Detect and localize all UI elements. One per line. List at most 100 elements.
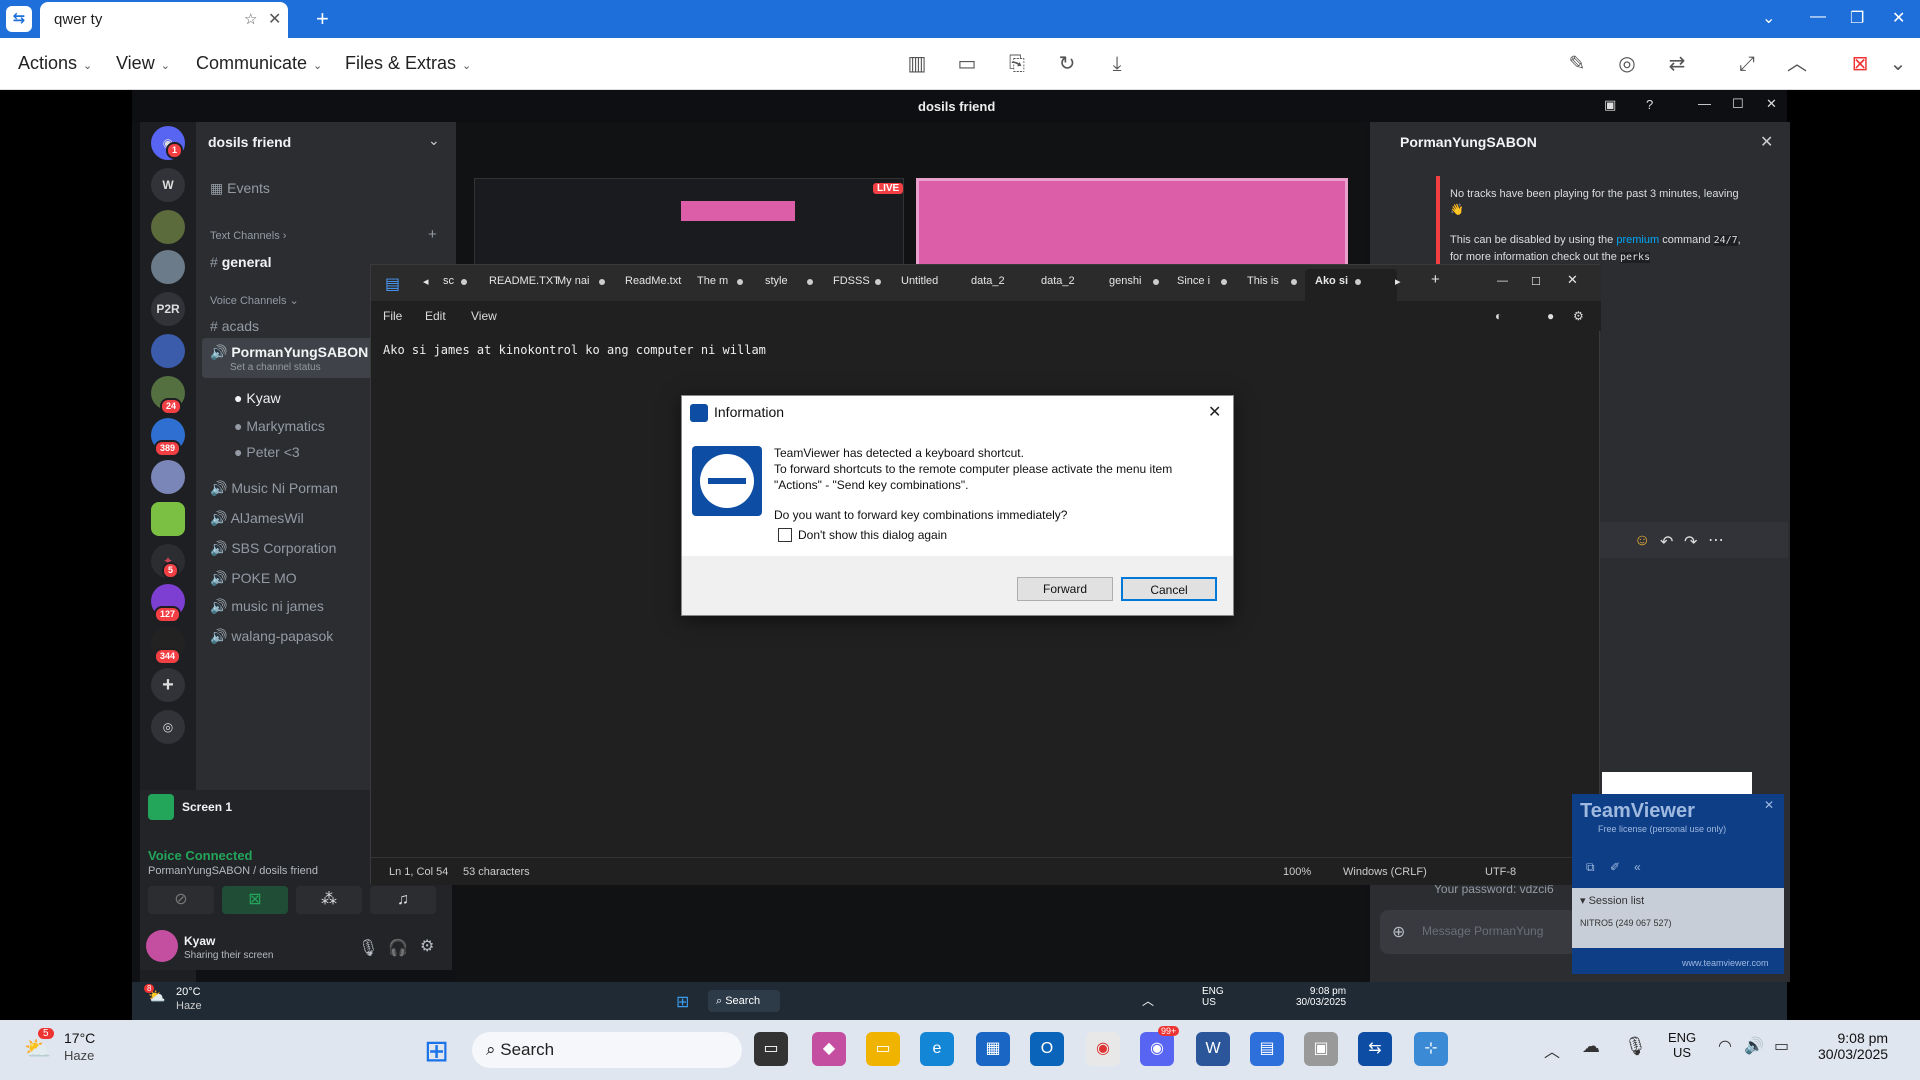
- minimize-icon[interactable]: —: [1810, 8, 1826, 26]
- cancel-button[interactable]: Cancel: [1121, 577, 1217, 601]
- server-icon[interactable]: [151, 250, 185, 284]
- remote-control-icon[interactable]: ▭: [953, 50, 981, 78]
- maximize-icon[interactable]: ☐: [1531, 275, 1541, 288]
- cloud-icon[interactable]: ☁: [1582, 1036, 1600, 1057]
- voice-channel[interactable]: 🔊 walang-papasok: [210, 628, 333, 645]
- stream-pink-preview[interactable]: [916, 178, 1348, 270]
- tab[interactable]: Since i: [1177, 275, 1210, 287]
- fullscreen-icon[interactable]: ⤢: [1733, 50, 1761, 78]
- copilot-icon[interactable]: ◆: [812, 1032, 846, 1066]
- chevron-down-icon[interactable]: ⌄: [1762, 8, 1775, 28]
- forward-icon[interactable]: ↷: [1684, 532, 1697, 552]
- tab[interactable]: The m: [697, 275, 728, 287]
- session-item[interactable]: NITRO5 (249 067 527): [1580, 918, 1672, 928]
- server-icon[interactable]: [151, 334, 185, 368]
- tab[interactable]: This is: [1247, 275, 1279, 287]
- server-icon[interactable]: [151, 210, 185, 244]
- menu-files-extras[interactable]: Files & Extras ⌄: [345, 53, 471, 74]
- notepad-icon[interactable]: ▤: [1250, 1032, 1284, 1066]
- close-window-icon[interactable]: ✕: [1892, 8, 1905, 28]
- battery-icon[interactable]: ▭: [1774, 1036, 1789, 1056]
- tab[interactable]: FDSSS: [833, 275, 870, 287]
- new-tab-icon[interactable]: +: [316, 6, 329, 32]
- search-box[interactable]: ⌕ Search: [472, 1032, 742, 1068]
- avatar[interactable]: [146, 930, 178, 962]
- download-icon[interactable]: ⤓: [1103, 50, 1131, 78]
- checkbox-label[interactable]: Don't show this dialog again: [798, 528, 947, 542]
- headphones-icon[interactable]: 🎧: [388, 938, 408, 958]
- tools-icon[interactable]: ✐: [1610, 860, 1620, 874]
- tab-remote-session[interactable]: qwer ty ☆ ✕: [40, 2, 288, 38]
- language[interactable]: ENG US: [1202, 986, 1224, 1008]
- voice-channel[interactable]: 🔊 Music Ni Porman: [210, 480, 338, 497]
- add-channel-icon[interactable]: +: [428, 226, 437, 243]
- mic-icon[interactable]: 🎙: [1624, 1036, 1647, 1057]
- windows-start-icon[interactable]: ⊞: [676, 992, 689, 1012]
- pip-icon[interactable]: ▣: [1604, 97, 1616, 113]
- help-icon[interactable]: ?: [1646, 97, 1653, 112]
- close-icon[interactable]: ✕: [1208, 402, 1221, 422]
- minimize-icon[interactable]: —: [1497, 275, 1508, 287]
- tab[interactable]: style: [765, 275, 788, 287]
- emoji-icon[interactable]: ☺: [1634, 532, 1650, 550]
- activities-icon[interactable]: ⁂: [296, 886, 362, 914]
- chrome-icon[interactable]: ◉: [1086, 1032, 1120, 1066]
- voice-member[interactable]: ● Kyaw: [234, 390, 281, 406]
- copy-icon[interactable]: ⧉: [1586, 860, 1595, 875]
- weather-icon[interactable]: ⛅: [24, 1036, 51, 1062]
- tab[interactable]: README.TXT: [489, 275, 560, 287]
- edge-icon[interactable]: e: [920, 1032, 954, 1066]
- account-icon[interactable]: ●: [1547, 309, 1554, 323]
- teamviewer-icon[interactable]: ⇆: [1358, 1032, 1392, 1066]
- collapse-icon[interactable]: ︿: [1783, 50, 1811, 78]
- network-tool-icon[interactable]: ⊹: [1414, 1032, 1448, 1066]
- tab[interactable]: data_2: [1041, 275, 1075, 287]
- explore-icon[interactable]: ◎: [151, 710, 185, 744]
- chevron-up-icon[interactable]: ︿: [1142, 992, 1154, 1009]
- gear-icon[interactable]: ⚙: [1573, 309, 1584, 323]
- snipping-tool-icon[interactable]: ▣: [1304, 1032, 1338, 1066]
- tab[interactable]: ReadMe.txt: [625, 275, 681, 287]
- screenshot-icon[interactable]: ◎: [1613, 50, 1641, 78]
- voice-member[interactable]: ● Markymatics: [234, 418, 325, 434]
- more-icon[interactable]: ⋯: [1708, 530, 1724, 550]
- voice-path[interactable]: PormanYungSABON / dosils friend: [148, 865, 318, 877]
- events-item[interactable]: ▦ Events: [210, 180, 270, 197]
- tab[interactable]: genshi: [1109, 275, 1141, 287]
- voice-channel[interactable]: 🔊 AlJamesWil: [210, 510, 304, 527]
- star-icon[interactable]: ☆: [244, 10, 257, 28]
- copilot-icon[interactable]: ◐: [1495, 309, 1502, 323]
- stream-thumbnail[interactable]: LIVE: [474, 178, 904, 278]
- channel-general[interactable]: # general: [210, 254, 272, 270]
- status-eol[interactable]: Windows (CRLF): [1343, 866, 1427, 878]
- stop-share-icon[interactable]: ⊠: [222, 886, 288, 914]
- menu-view[interactable]: View: [471, 309, 497, 323]
- search-box[interactable]: ⌕ Search: [708, 990, 780, 1012]
- chevron-down-icon[interactable]: ⌄: [1884, 50, 1912, 78]
- discord-icon[interactable]: ◉: [1140, 1032, 1174, 1066]
- tab[interactable]: My nai: [557, 275, 589, 287]
- server-icon[interactable]: [151, 502, 185, 536]
- server-icon-p2r[interactable]: P2R: [151, 292, 185, 326]
- voice-member[interactable]: ● Peter <3: [234, 444, 300, 460]
- server-name[interactable]: dosils friend: [208, 134, 291, 150]
- tab[interactable]: data_2: [971, 275, 1005, 287]
- dashboard-icon[interactable]: ▥: [903, 50, 931, 78]
- close-icon[interactable]: ✕: [1760, 132, 1773, 152]
- menu-actions[interactable]: Actions ⌄: [18, 53, 92, 74]
- voice-channels-header[interactable]: Voice Channels ⌄: [210, 294, 299, 307]
- tab-active[interactable]: Ako si: [1305, 269, 1397, 301]
- tab[interactable]: sc: [443, 275, 454, 287]
- voice-channel[interactable]: 🔊 SBS Corporation: [210, 540, 336, 557]
- camera-off-icon[interactable]: ⊘: [148, 886, 214, 914]
- wifi-icon[interactable]: ◠: [1718, 1036, 1732, 1056]
- maximize-icon[interactable]: ☐: [1732, 96, 1744, 112]
- text-channels-header[interactable]: Text Channels ›: [210, 230, 286, 242]
- volume-icon[interactable]: 🔊: [1744, 1036, 1764, 1056]
- end-session-icon[interactable]: ⊠: [1846, 50, 1874, 78]
- notepad-text[interactable]: Ako si james at kinokontrol ko ang compu…: [383, 343, 766, 357]
- forward-button[interactable]: Forward: [1017, 577, 1113, 601]
- scroll-left-icon[interactable]: ◂: [423, 275, 429, 288]
- tab[interactable]: Untitled: [901, 275, 938, 287]
- voice-channel[interactable]: 🔊 POKE MO: [210, 570, 297, 587]
